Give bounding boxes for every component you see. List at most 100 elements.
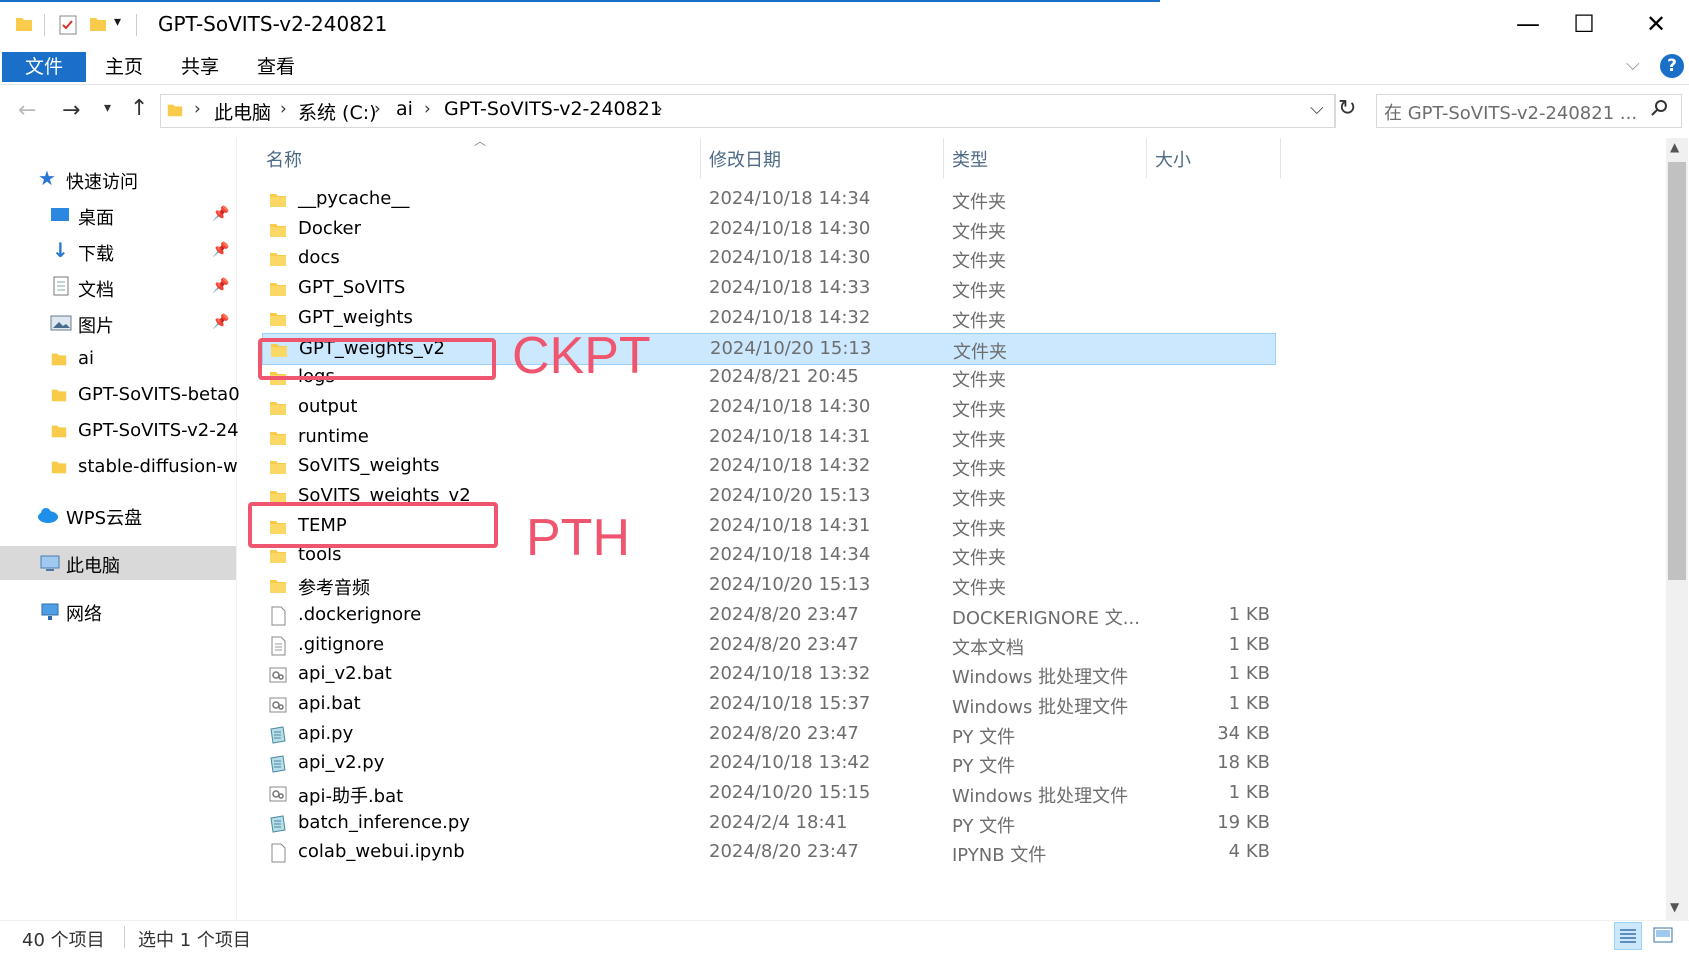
status-bar — [0, 920, 1689, 957]
table-row[interactable]: output 2024/10/18 14:30 文件夹 — [262, 392, 1276, 424]
table-row[interactable]: SoVITS_weights 2024/10/18 14:32 文件夹 — [262, 451, 1276, 483]
address-dropdown-chevron-icon[interactable]: ⌵ — [1310, 98, 1324, 119]
pin-icon[interactable]: 📌 — [212, 314, 229, 330]
table-row[interactable]: api_v2.bat 2024/10/18 13:32 Windows 批处理文件 1… — [262, 659, 1276, 691]
column-header-size[interactable]: 大小 — [1155, 146, 1191, 172]
nav-item-this-pc[interactable]: 此电脑 — [0, 546, 236, 580]
nav-label: ai — [78, 348, 95, 369]
file-name: api.bat — [298, 693, 361, 714]
folder-icon — [268, 220, 288, 240]
column-divider[interactable] — [943, 138, 944, 178]
search-input[interactable]: 在 GPT-SoVITS-v2-240821 ... — [1384, 99, 1637, 125]
breadcrumb-chevron-icon[interactable]: › — [656, 99, 663, 119]
table-row[interactable]: api_v2.py 2024/10/18 13:42 PY 文件 18 KB — [262, 748, 1276, 780]
up-arrow-icon[interactable]: ↑ — [130, 96, 148, 121]
nav-item-gpt-sovits-v2[interactable]: GPT-SoVITS-v2-24 — [0, 414, 239, 448]
back-arrow-icon[interactable]: ← — [18, 98, 36, 123]
table-row[interactable]: colab_webui.ipynb 2024/8/20 23:47 IPYNB 文件… — [262, 837, 1276, 869]
nav-item-gpt-sovits-beta[interactable]: GPT-SoVITS-beta0 — [0, 378, 240, 412]
scroll-up-arrow-icon[interactable]: ▲ — [1670, 140, 1679, 154]
breadcrumb-this-pc[interactable]: 此电脑 — [214, 98, 271, 125]
batch-file-icon — [268, 784, 288, 804]
file-type: 文本文档 — [952, 638, 1024, 659]
file-size: 1 KB — [1228, 693, 1270, 714]
refresh-icon[interactable]: ↻ — [1338, 96, 1356, 121]
table-row[interactable]: runtime 2024/10/18 14:31 文件夹 — [262, 422, 1276, 454]
search-icon[interactable] — [1650, 98, 1670, 122]
maximize-button[interactable]: ☐ — [1560, 6, 1608, 42]
large-icons-view-icon[interactable] — [1650, 922, 1678, 950]
file-type: Windows 批处理文件 — [952, 697, 1129, 718]
chevron-down-icon[interactable]: ⌵ — [1626, 54, 1640, 75]
nav-item-pictures[interactable]: 图片 📌 — [0, 306, 236, 340]
breadcrumb-chevron-icon[interactable]: › — [374, 99, 381, 119]
pin-icon[interactable]: 📌 — [212, 278, 229, 294]
table-row[interactable]: __pycache__ 2024/10/18 14:34 文件夹 — [262, 184, 1276, 216]
folder-icon — [14, 14, 34, 38]
column-header-name[interactable]: 名称 — [266, 146, 302, 172]
tab-file[interactable]: 文件 — [2, 52, 86, 82]
tab-view[interactable]: 查看 — [248, 52, 304, 82]
nav-label: stable-diffusion-w — [78, 456, 238, 477]
nav-quick-access[interactable]: ★ 快速访问 — [0, 162, 236, 196]
forward-arrow-icon[interactable]: → — [62, 98, 80, 123]
file-type: 文件夹 — [952, 311, 1006, 332]
table-row[interactable]: .dockerignore 2024/8/20 23:47 DOCKERIGNORE… — [262, 600, 1276, 632]
details-view-icon[interactable] — [1614, 922, 1642, 950]
table-row[interactable]: api-助手.bat 2024/10/20 15:15 Windows 批处理文件 1… — [262, 778, 1276, 810]
nav-item-desktop[interactable]: 桌面 📌 — [0, 198, 236, 232]
file-name: .gitignore — [298, 634, 385, 655]
nav-label: 快速访问 — [66, 172, 138, 193]
file-type: 文件夹 — [952, 489, 1006, 510]
tab-share[interactable]: 共享 — [172, 52, 228, 82]
breadcrumb-drive-c[interactable]: 系统 (C:) — [298, 98, 377, 125]
pin-icon[interactable]: 📌 — [212, 206, 229, 222]
recent-locations-chevron-icon[interactable]: ▾ — [104, 100, 111, 116]
table-row[interactable]: batch_inference.py 2024/2/4 18:41 PY 文件 19 … — [262, 808, 1276, 840]
nav-item-ai[interactable]: ai — [0, 342, 236, 376]
file-date: 2024/10/18 14:34 — [709, 544, 871, 565]
breadcrumb-chevron-icon[interactable]: › — [424, 99, 431, 119]
nav-item-documents[interactable]: 文档 📌 — [0, 270, 236, 304]
nav-item-network[interactable]: 网络 — [0, 594, 236, 628]
file-name: .dockerignore — [298, 604, 422, 625]
column-divider[interactable] — [700, 138, 701, 178]
column-divider[interactable] — [1280, 138, 1281, 178]
file-name: 参考音频 — [298, 578, 370, 599]
help-icon[interactable]: ? — [1660, 54, 1684, 78]
table-row[interactable]: 参考音频 2024/10/20 15:13 文件夹 — [262, 570, 1276, 602]
file-type: 文件夹 — [952, 430, 1006, 451]
tab-home[interactable]: 主页 — [96, 52, 152, 82]
column-header-type[interactable]: 类型 — [952, 146, 988, 172]
table-row[interactable]: GPT_weights 2024/10/18 14:32 文件夹 — [262, 303, 1276, 335]
minimize-button[interactable]: — — [1504, 6, 1552, 42]
nav-item-downloads[interactable]: ↓ 下载 📌 — [0, 234, 236, 268]
folder-icon — [268, 249, 288, 269]
table-row[interactable]: api.bat 2024/10/18 15:37 Windows 批处理文件 1 KB — [262, 689, 1276, 721]
column-header-date[interactable]: 修改日期 — [709, 146, 781, 172]
pin-icon[interactable]: 📌 — [212, 242, 229, 258]
title-accent-line — [0, 0, 1160, 2]
breadcrumb-ai[interactable]: ai — [396, 98, 413, 120]
customize-chevron-icon[interactable]: ▾ — [114, 14, 121, 30]
table-row[interactable]: .gitignore 2024/8/20 23:47 文本文档 1 KB — [262, 630, 1276, 662]
nav-item-wps-cloud[interactable]: WPS云盘 — [0, 498, 236, 532]
table-row[interactable]: api.py 2024/8/20 23:47 PY 文件 34 KB — [262, 719, 1276, 751]
nav-item-stable-diffusion[interactable]: stable-diffusion-w — [0, 450, 238, 484]
breadcrumb-chevron-icon[interactable]: › — [280, 99, 287, 119]
table-row[interactable]: GPT_SoVITS 2024/10/18 14:33 文件夹 — [262, 273, 1276, 305]
table-row[interactable]: docs 2024/10/18 14:30 文件夹 — [262, 243, 1276, 275]
properties-icon[interactable] — [58, 14, 78, 40]
network-icon — [38, 602, 62, 626]
breadcrumb-current-folder[interactable]: GPT-SoVITS-v2-240821 — [444, 98, 662, 120]
close-button[interactable]: ✕ — [1632, 6, 1680, 42]
file-type: 文件夹 — [952, 222, 1006, 243]
table-row[interactable]: Docker 2024/10/18 14:30 文件夹 — [262, 214, 1276, 246]
pth-annotation: PTH — [526, 509, 630, 567]
scrollbar-thumb[interactable] — [1668, 162, 1686, 580]
new-folder-icon[interactable] — [88, 14, 108, 38]
column-divider[interactable] — [1146, 138, 1147, 178]
breadcrumb-chevron-icon[interactable]: › — [194, 99, 201, 119]
folder-icon — [50, 350, 68, 372]
scroll-down-arrow-icon[interactable]: ▼ — [1670, 900, 1679, 914]
